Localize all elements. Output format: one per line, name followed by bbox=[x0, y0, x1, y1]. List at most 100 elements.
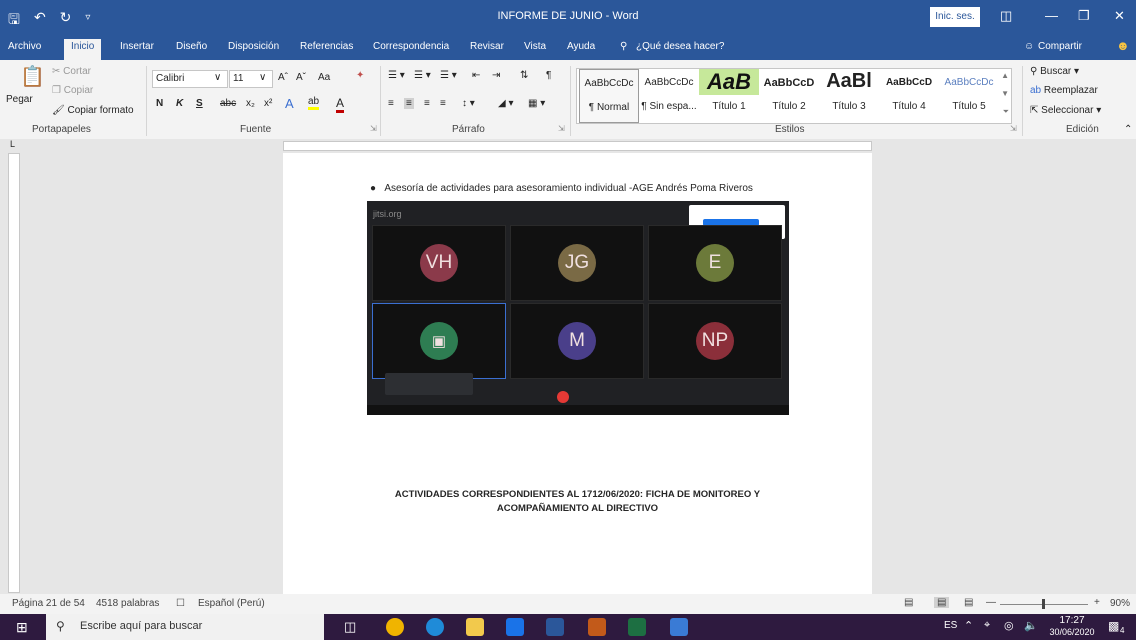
page-count[interactable]: Página 21 de 54 bbox=[12, 598, 85, 609]
tab-inicio[interactable]: Inicio bbox=[64, 39, 102, 60]
chevron-down-icon[interactable]: ∨ bbox=[214, 72, 221, 83]
bullets-icon[interactable]: ☰ ▾ bbox=[388, 70, 405, 81]
input-language[interactable]: ES bbox=[944, 620, 957, 631]
excel-icon[interactable] bbox=[628, 618, 646, 636]
sign-in-button[interactable]: Inic. ses. bbox=[930, 7, 980, 27]
show-hidden-icons-icon[interactable]: ⌃ bbox=[964, 619, 973, 632]
clock-time[interactable]: 17:27 bbox=[1052, 615, 1092, 626]
windows-start-icon[interactable]: ⊞ bbox=[16, 619, 28, 636]
find-button[interactable]: ⚲ Buscar ▾ bbox=[1030, 66, 1079, 77]
font-color-icon[interactable]: A bbox=[336, 96, 345, 113]
web-layout-icon[interactable]: ▤ bbox=[964, 597, 973, 608]
tab-diseno[interactable]: Diseño bbox=[176, 41, 207, 52]
borders-icon[interactable]: ▦ ▾ bbox=[528, 98, 545, 109]
tab-disposicion[interactable]: Disposición bbox=[228, 41, 279, 52]
word-icon[interactable] bbox=[546, 618, 564, 636]
share-button[interactable]: Compartir bbox=[1038, 41, 1082, 52]
zoom-level[interactable]: 90% bbox=[1110, 598, 1130, 609]
paste-icon[interactable]: 📋 bbox=[20, 64, 45, 89]
mail-icon[interactable] bbox=[506, 618, 524, 636]
minimize-icon[interactable]: — bbox=[1045, 8, 1058, 23]
justify-icon[interactable]: ≡ bbox=[440, 98, 446, 109]
ruler-area[interactable] bbox=[283, 141, 872, 151]
style-no-spacing[interactable]: AaBbCcDc ¶ Sin espa... bbox=[639, 69, 699, 123]
shading-icon[interactable]: ◢ ▾ bbox=[498, 98, 514, 109]
smiley-icon[interactable]: ☻ bbox=[1116, 38, 1130, 53]
tab-selector-icon[interactable]: L bbox=[10, 139, 15, 149]
align-left-icon[interactable]: ≡ bbox=[388, 98, 394, 109]
tell-me-box[interactable]: ¿Qué desea hacer? bbox=[636, 41, 724, 52]
tab-correspondencia[interactable]: Correspondencia bbox=[373, 41, 449, 52]
text-effects-icon[interactable]: A bbox=[285, 96, 294, 111]
line-spacing-icon[interactable]: ↕ ▾ bbox=[462, 98, 475, 109]
file-explorer-icon[interactable] bbox=[466, 618, 484, 636]
font-size-select[interactable]: 11 bbox=[229, 70, 273, 88]
numbering-icon[interactable]: ☰ ▾ bbox=[414, 70, 431, 81]
highlight-icon[interactable]: ab bbox=[308, 96, 320, 110]
style-normal[interactable]: AaBbCcDc ¶ Normal bbox=[579, 69, 639, 123]
globe-icon[interactable]: ◎ bbox=[1004, 619, 1014, 632]
tab-revisar[interactable]: Revisar bbox=[470, 41, 504, 52]
language-status[interactable]: Español (Perú) bbox=[198, 598, 265, 609]
word-count[interactable]: 4518 palabras bbox=[96, 598, 159, 609]
select-button[interactable]: ⇱ Seleccionar ▾ bbox=[1030, 105, 1101, 116]
tab-vista[interactable]: Vista bbox=[524, 41, 546, 52]
tab-insertar[interactable]: Insertar bbox=[120, 41, 154, 52]
sort-icon[interactable]: ⇅ bbox=[520, 70, 528, 81]
bold-button[interactable]: N bbox=[156, 98, 163, 109]
collapse-ribbon-icon[interactable]: ⌃ bbox=[1124, 124, 1132, 135]
photos-icon[interactable] bbox=[670, 618, 688, 636]
gallery-more-icon[interactable]: ⏷ bbox=[1003, 107, 1009, 117]
superscript-button[interactable]: x² bbox=[264, 98, 272, 109]
gallery-scroll-up-icon[interactable]: ▲ bbox=[1001, 71, 1009, 80]
clock-date[interactable]: 30/06/2020 bbox=[1044, 627, 1100, 637]
strikethrough-button[interactable]: abc bbox=[220, 98, 236, 109]
multilevel-list-icon[interactable]: ☰ ▾ bbox=[440, 70, 457, 81]
paste-button[interactable]: Pegar bbox=[6, 94, 33, 105]
paragraph-dialog-launcher-icon[interactable]: ⇲ bbox=[558, 124, 565, 133]
print-layout-icon[interactable]: ▤ bbox=[934, 597, 950, 608]
style-heading-1[interactable]: AaB Título 1 bbox=[699, 69, 759, 123]
copy-button[interactable]: ❐ Copiar bbox=[52, 85, 93, 96]
network-icon[interactable]: ⌖ bbox=[984, 619, 990, 632]
restore-icon[interactable]: ❐ bbox=[1078, 8, 1090, 24]
zoom-in-icon[interactable]: + bbox=[1094, 597, 1100, 608]
chevron-down-icon[interactable]: ∨ bbox=[259, 72, 266, 83]
notification-icon[interactable]: ▩ bbox=[1108, 619, 1119, 633]
tab-ayuda[interactable]: Ayuda bbox=[567, 41, 595, 52]
shrink-font-icon[interactable]: Aˇ bbox=[296, 72, 306, 83]
chrome-icon[interactable] bbox=[386, 618, 404, 636]
show-marks-icon[interactable]: ¶ bbox=[546, 70, 551, 81]
style-heading-5[interactable]: AaBbCcDc Título 5 bbox=[939, 69, 999, 123]
close-icon[interactable]: ✕ bbox=[1114, 8, 1125, 24]
decrease-indent-icon[interactable]: ⇤ bbox=[472, 70, 480, 81]
italic-button[interactable]: K bbox=[176, 98, 183, 109]
style-heading-3[interactable]: AaBl Título 3 bbox=[819, 69, 879, 123]
format-painter-button[interactable]: 🖌 Copiar formato bbox=[52, 105, 134, 116]
change-case-button[interactable]: Aa bbox=[318, 72, 330, 83]
gallery-scroll-down-icon[interactable]: ▼ bbox=[1001, 89, 1009, 98]
taskbar-search-box[interactable]: ⚲ Escribe aquí para buscar bbox=[46, 614, 324, 640]
edge-icon[interactable] bbox=[426, 618, 444, 636]
zoom-out-icon[interactable]: — bbox=[986, 597, 996, 608]
ribbon-display-icon[interactable]: ◫ bbox=[1000, 8, 1012, 24]
font-dialog-launcher-icon[interactable]: ⇲ bbox=[370, 124, 377, 133]
tab-archivo[interactable]: Archivo bbox=[8, 41, 41, 52]
subscript-button[interactable]: x₂ bbox=[246, 98, 255, 109]
styles-dialog-launcher-icon[interactable]: ⇲ bbox=[1010, 124, 1017, 133]
document-page[interactable]: ● Asesoría de actividades para asesorami… bbox=[283, 153, 872, 594]
align-right-icon[interactable]: ≡ bbox=[424, 98, 430, 109]
proofing-icon[interactable]: ☐ bbox=[176, 598, 185, 609]
zoom-slider-thumb[interactable] bbox=[1042, 599, 1045, 609]
increase-indent-icon[interactable]: ⇥ bbox=[492, 70, 500, 81]
clear-format-icon[interactable]: ✦ bbox=[356, 70, 364, 81]
grow-font-icon[interactable]: Aˆ bbox=[278, 72, 288, 83]
underline-button[interactable]: S bbox=[196, 98, 203, 109]
align-center-icon[interactable]: ≡ bbox=[404, 98, 414, 109]
task-view-icon[interactable]: ◫ bbox=[344, 619, 356, 635]
read-mode-icon[interactable]: ▤ bbox=[904, 597, 913, 608]
volume-icon[interactable]: 🔈 bbox=[1024, 619, 1038, 632]
replace-button[interactable]: ab Reemplazar bbox=[1030, 85, 1098, 96]
style-heading-4[interactable]: AaBbCcD Título 4 bbox=[879, 69, 939, 123]
style-heading-2[interactable]: AaBbCcD Título 2 bbox=[759, 69, 819, 123]
